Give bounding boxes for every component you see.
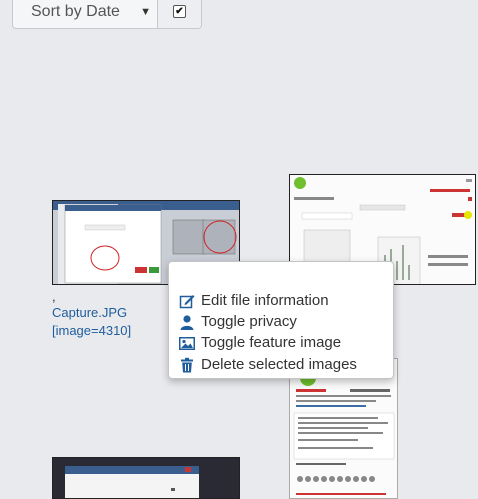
select-all-checkbox[interactable]: ✔: [173, 5, 186, 18]
image-thumbnail[interactable]: [52, 457, 240, 499]
trash-icon: [179, 357, 195, 373]
image-tag: [image=4310]: [52, 323, 132, 338]
toolbar: Sort by Date ▼ ✔: [12, 0, 202, 31]
caption-prefix: ,: [52, 289, 56, 304]
menu-item-edit-file-information[interactable]: Edit file information: [179, 290, 329, 311]
menu-item-label: Edit file information: [201, 292, 329, 309]
sort-select-label: Sort by Date: [31, 2, 120, 20]
user-icon: [179, 314, 195, 330]
menu-item-delete-selected-images[interactable]: Delete selected images: [179, 354, 357, 375]
edit-icon: [179, 293, 195, 309]
image-caption: , Capture.JPG [image=4310]: [52, 288, 131, 340]
menu-item-toggle-feature-image[interactable]: Toggle feature image: [179, 332, 341, 353]
menu-item-label: Toggle privacy: [201, 313, 297, 330]
image-icon: [179, 335, 195, 351]
menu-item-label: Delete selected images: [201, 356, 357, 373]
context-menu: Edit file information Toggle privacy Tog…: [168, 261, 394, 379]
menu-item-toggle-privacy[interactable]: Toggle privacy: [179, 311, 297, 332]
chevron-down-icon: ▼: [140, 5, 151, 18]
thumbnail-preview: [53, 458, 239, 498]
menu-item-label: Toggle feature image: [201, 334, 342, 351]
thumbnail-preview: [290, 359, 397, 498]
sort-select[interactable]: Sort by Date ▼: [12, 0, 158, 29]
image-filename-link[interactable]: Capture.JPG: [52, 305, 127, 320]
image-thumbnail[interactable]: [289, 358, 398, 499]
select-all-toggle[interactable]: ✔: [158, 0, 202, 29]
